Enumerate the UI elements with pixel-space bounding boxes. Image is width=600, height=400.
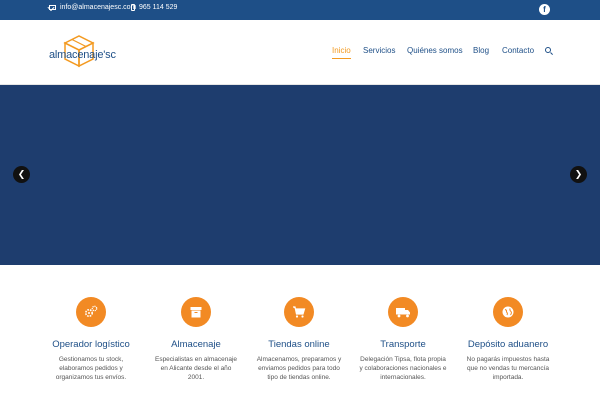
nav-item-quienes-somos[interactable]: Quiénes somos bbox=[407, 46, 463, 55]
feature-tiendas-online: Tiendas online Almacenamos, preparamos y… bbox=[249, 297, 349, 382]
nav-item-blog[interactable]: Blog bbox=[473, 46, 489, 55]
email-text: info@almacenajesc.com bbox=[60, 4, 137, 11]
nav-item-contacto[interactable]: Contacto bbox=[502, 46, 534, 55]
shopping-cart-icon bbox=[284, 297, 314, 327]
feature-almacenaje: Almacenaje Especialistas en almacenaje e… bbox=[146, 297, 246, 382]
feature-title[interactable]: Transporte bbox=[353, 339, 453, 350]
feature-transporte: Transporte Delegación Tipsa, flota propi… bbox=[353, 297, 453, 382]
feature-operador-logistico: Operador logístico Gestionamos tu stock,… bbox=[41, 297, 141, 382]
logo-text: almacenaje'sc bbox=[49, 49, 116, 61]
feature-description: Almacenamos, preparamos y enviamos pedid… bbox=[256, 356, 342, 381]
truck-icon bbox=[388, 297, 418, 327]
gears-icon bbox=[76, 297, 106, 327]
feature-description: Especialistas en almacenaje en Alicante … bbox=[154, 356, 238, 381]
site-logo[interactable]: almacenaje'sc bbox=[49, 33, 119, 73]
nav-item-inicio[interactable]: Inicio bbox=[332, 46, 351, 59]
slider-prev-button[interactable]: ❮ bbox=[13, 166, 30, 183]
site-header: almacenaje'sc Inicio Servicios Quiénes s… bbox=[0, 20, 600, 85]
envelope-icon bbox=[49, 5, 56, 10]
archive-box-icon bbox=[181, 297, 211, 327]
slider-next-button[interactable]: ❯ bbox=[570, 166, 587, 183]
feature-deposito-aduanero: Depósito aduanero No pagarás impuestos h… bbox=[458, 297, 558, 382]
feature-title[interactable]: Depósito aduanero bbox=[458, 339, 558, 350]
phone-text: 965 114 529 bbox=[139, 4, 178, 11]
feature-description: Gestionamos tu stock, elaboramos pedidos… bbox=[55, 356, 127, 381]
globe-icon bbox=[493, 297, 523, 327]
feature-title[interactable]: Almacenaje bbox=[146, 339, 246, 350]
phone-contact[interactable]: 965 114 529 bbox=[131, 4, 177, 11]
feature-description: No pagarás impuestos hasta que no vendas… bbox=[466, 356, 550, 381]
top-bar: info@almacenajesc.com 965 114 529 f bbox=[0, 0, 600, 20]
phone-icon bbox=[131, 4, 135, 11]
email-contact[interactable]: info@almacenajesc.com bbox=[49, 4, 136, 11]
services-section: Operador logístico Gestionamos tu stock,… bbox=[0, 265, 600, 400]
feature-description: Delegación Tipsa, flota propia y colabor… bbox=[359, 356, 447, 381]
search-icon[interactable] bbox=[545, 47, 551, 53]
nav-item-servicios[interactable]: Servicios bbox=[363, 46, 395, 55]
feature-title[interactable]: Tiendas online bbox=[249, 339, 349, 350]
facebook-icon[interactable]: f bbox=[539, 4, 550, 15]
hero-slider: ❮ ❯ bbox=[0, 85, 600, 265]
feature-title[interactable]: Operador logístico bbox=[41, 339, 141, 350]
